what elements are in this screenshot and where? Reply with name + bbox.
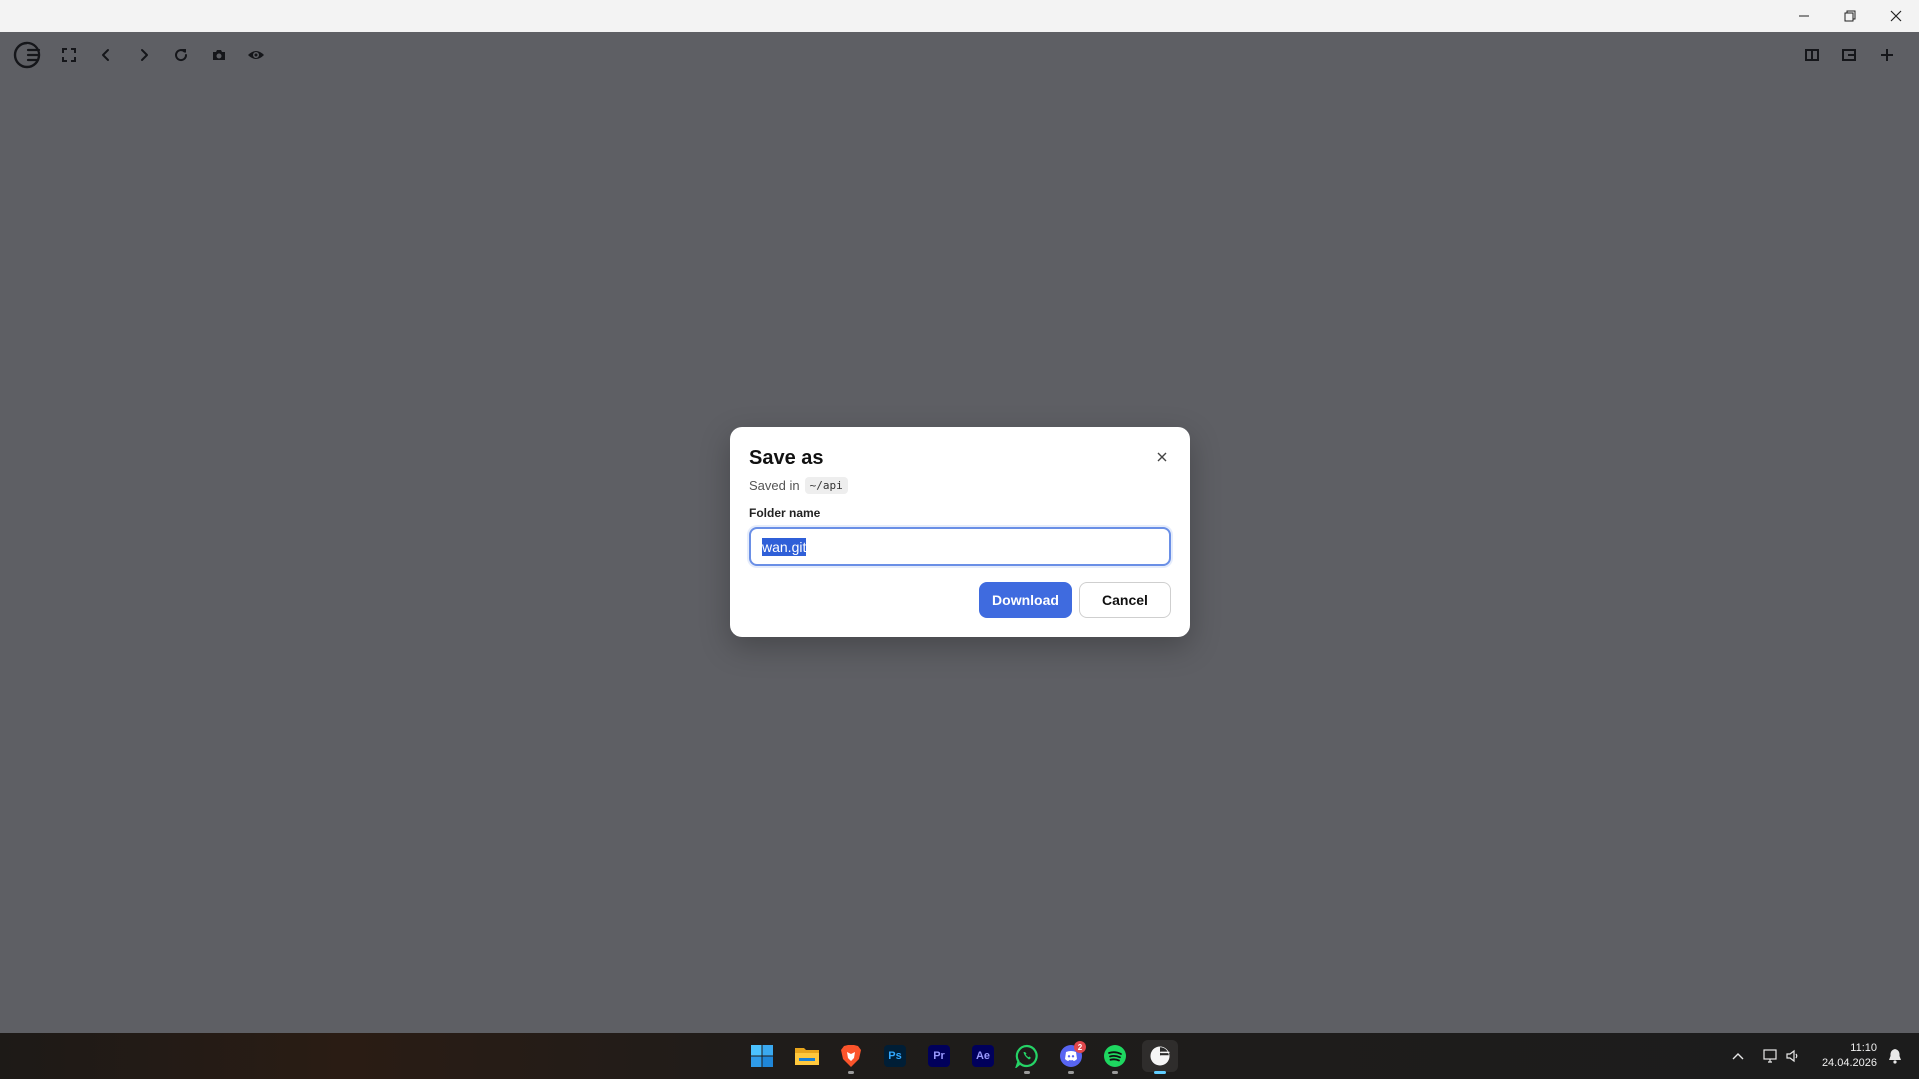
back-button[interactable] <box>91 40 121 70</box>
discord-button[interactable]: 2 <box>1055 1040 1087 1074</box>
system-clock[interactable]: 11:10 24.04.2026 <box>1822 1041 1877 1071</box>
after-effects-button[interactable]: Ae <box>967 1040 999 1072</box>
chevron-up-icon <box>1732 1053 1744 1060</box>
notifications-button[interactable] <box>1884 1033 1906 1079</box>
clock-time: 11:10 <box>1850 1042 1877 1054</box>
volume-icon <box>1786 1049 1798 1063</box>
folder-name-input[interactable]: wan.git <box>749 527 1171 566</box>
fullscreen-icon <box>62 48 76 62</box>
save-as-dialog: Save as Saved in ~/api Folder name wan.g… <box>730 427 1190 637</box>
spotify-icon <box>1104 1045 1126 1067</box>
dialog-title: Save as <box>749 447 824 469</box>
window-title-bar <box>0 0 1919 32</box>
app-logo-button[interactable] <box>11 39 43 71</box>
back-icon <box>102 49 109 61</box>
dialog-subtitle: Saved in ~/api <box>749 477 848 494</box>
running-indicator <box>1112 1071 1118 1074</box>
network-icon <box>1763 1049 1777 1063</box>
photoshop-button[interactable]: Ps <box>879 1040 911 1072</box>
after-effects-icon: Ae <box>972 1045 994 1067</box>
panel-button[interactable] <box>1834 40 1864 70</box>
file-explorer-button[interactable] <box>791 1040 823 1072</box>
show-hidden-icons-button[interactable] <box>1726 1033 1750 1079</box>
start-button[interactable] <box>746 1040 778 1072</box>
download-button[interactable]: Download <box>979 582 1072 618</box>
network-button[interactable] <box>1760 1033 1782 1079</box>
minimize-button[interactable] <box>1781 0 1827 32</box>
whatsapp-button[interactable] <box>1011 1040 1043 1074</box>
split-view-button[interactable] <box>1797 40 1827 70</box>
new-tab-button[interactable] <box>1872 40 1902 70</box>
premiere-pro-button[interactable]: Pr <box>923 1040 955 1072</box>
clock-date: 24.04.2026 <box>1821 1057 1877 1069</box>
dialog-close-button[interactable] <box>1152 447 1172 467</box>
app-logo-icon <box>13 41 41 69</box>
subtitle-prefix: Saved in <box>749 478 800 493</box>
plus-icon <box>1881 49 1893 61</box>
split-view-icon <box>1805 49 1819 61</box>
path-chip: ~/api <box>804 477 848 494</box>
running-indicator <box>1024 1071 1030 1074</box>
screenshot-button[interactable] <box>204 40 234 70</box>
close-icon <box>1157 452 1167 462</box>
taskbar: Ps Pr Ae 2 11:10 24.04.2026 <box>0 1033 1919 1079</box>
folder-name-label: Folder name <box>749 506 821 520</box>
cancel-button[interactable]: Cancel <box>1079 582 1171 618</box>
spotify-button[interactable] <box>1099 1040 1131 1074</box>
active-app-button[interactable] <box>1142 1040 1178 1074</box>
close-window-button[interactable] <box>1873 0 1919 32</box>
app-active-icon <box>1150 1046 1170 1066</box>
photoshop-icon: Ps <box>884 1045 906 1067</box>
reload-button[interactable] <box>166 40 196 70</box>
volume-button[interactable] <box>1782 1033 1804 1079</box>
brave-button[interactable] <box>835 1040 867 1074</box>
forward-icon <box>141 49 148 61</box>
notification-badge: 2 <box>1074 1041 1086 1053</box>
start-icon <box>751 1045 773 1067</box>
minimize-icon <box>1799 15 1809 17</box>
screenshot-icon <box>213 50 225 60</box>
notification-bell-icon <box>1889 1049 1901 1064</box>
file-explorer-icon <box>795 1048 819 1065</box>
restore-icon <box>1844 10 1856 22</box>
running-indicator <box>1068 1071 1074 1074</box>
running-indicator <box>848 1071 854 1074</box>
eye-icon <box>248 51 264 59</box>
reload-icon <box>175 49 188 62</box>
premiere-pro-icon: Pr <box>928 1045 950 1067</box>
active-indicator <box>1154 1071 1166 1074</box>
folder-name-value: wan.git <box>762 537 807 556</box>
close-icon <box>1890 10 1902 22</box>
panel-icon <box>1842 49 1856 61</box>
whatsapp-icon <box>1015 1044 1038 1068</box>
forward-button[interactable] <box>129 40 159 70</box>
preview-button[interactable] <box>241 40 271 70</box>
restore-button[interactable] <box>1827 0 1873 32</box>
fullscreen-button[interactable] <box>54 40 84 70</box>
brave-browser-icon <box>841 1045 861 1067</box>
